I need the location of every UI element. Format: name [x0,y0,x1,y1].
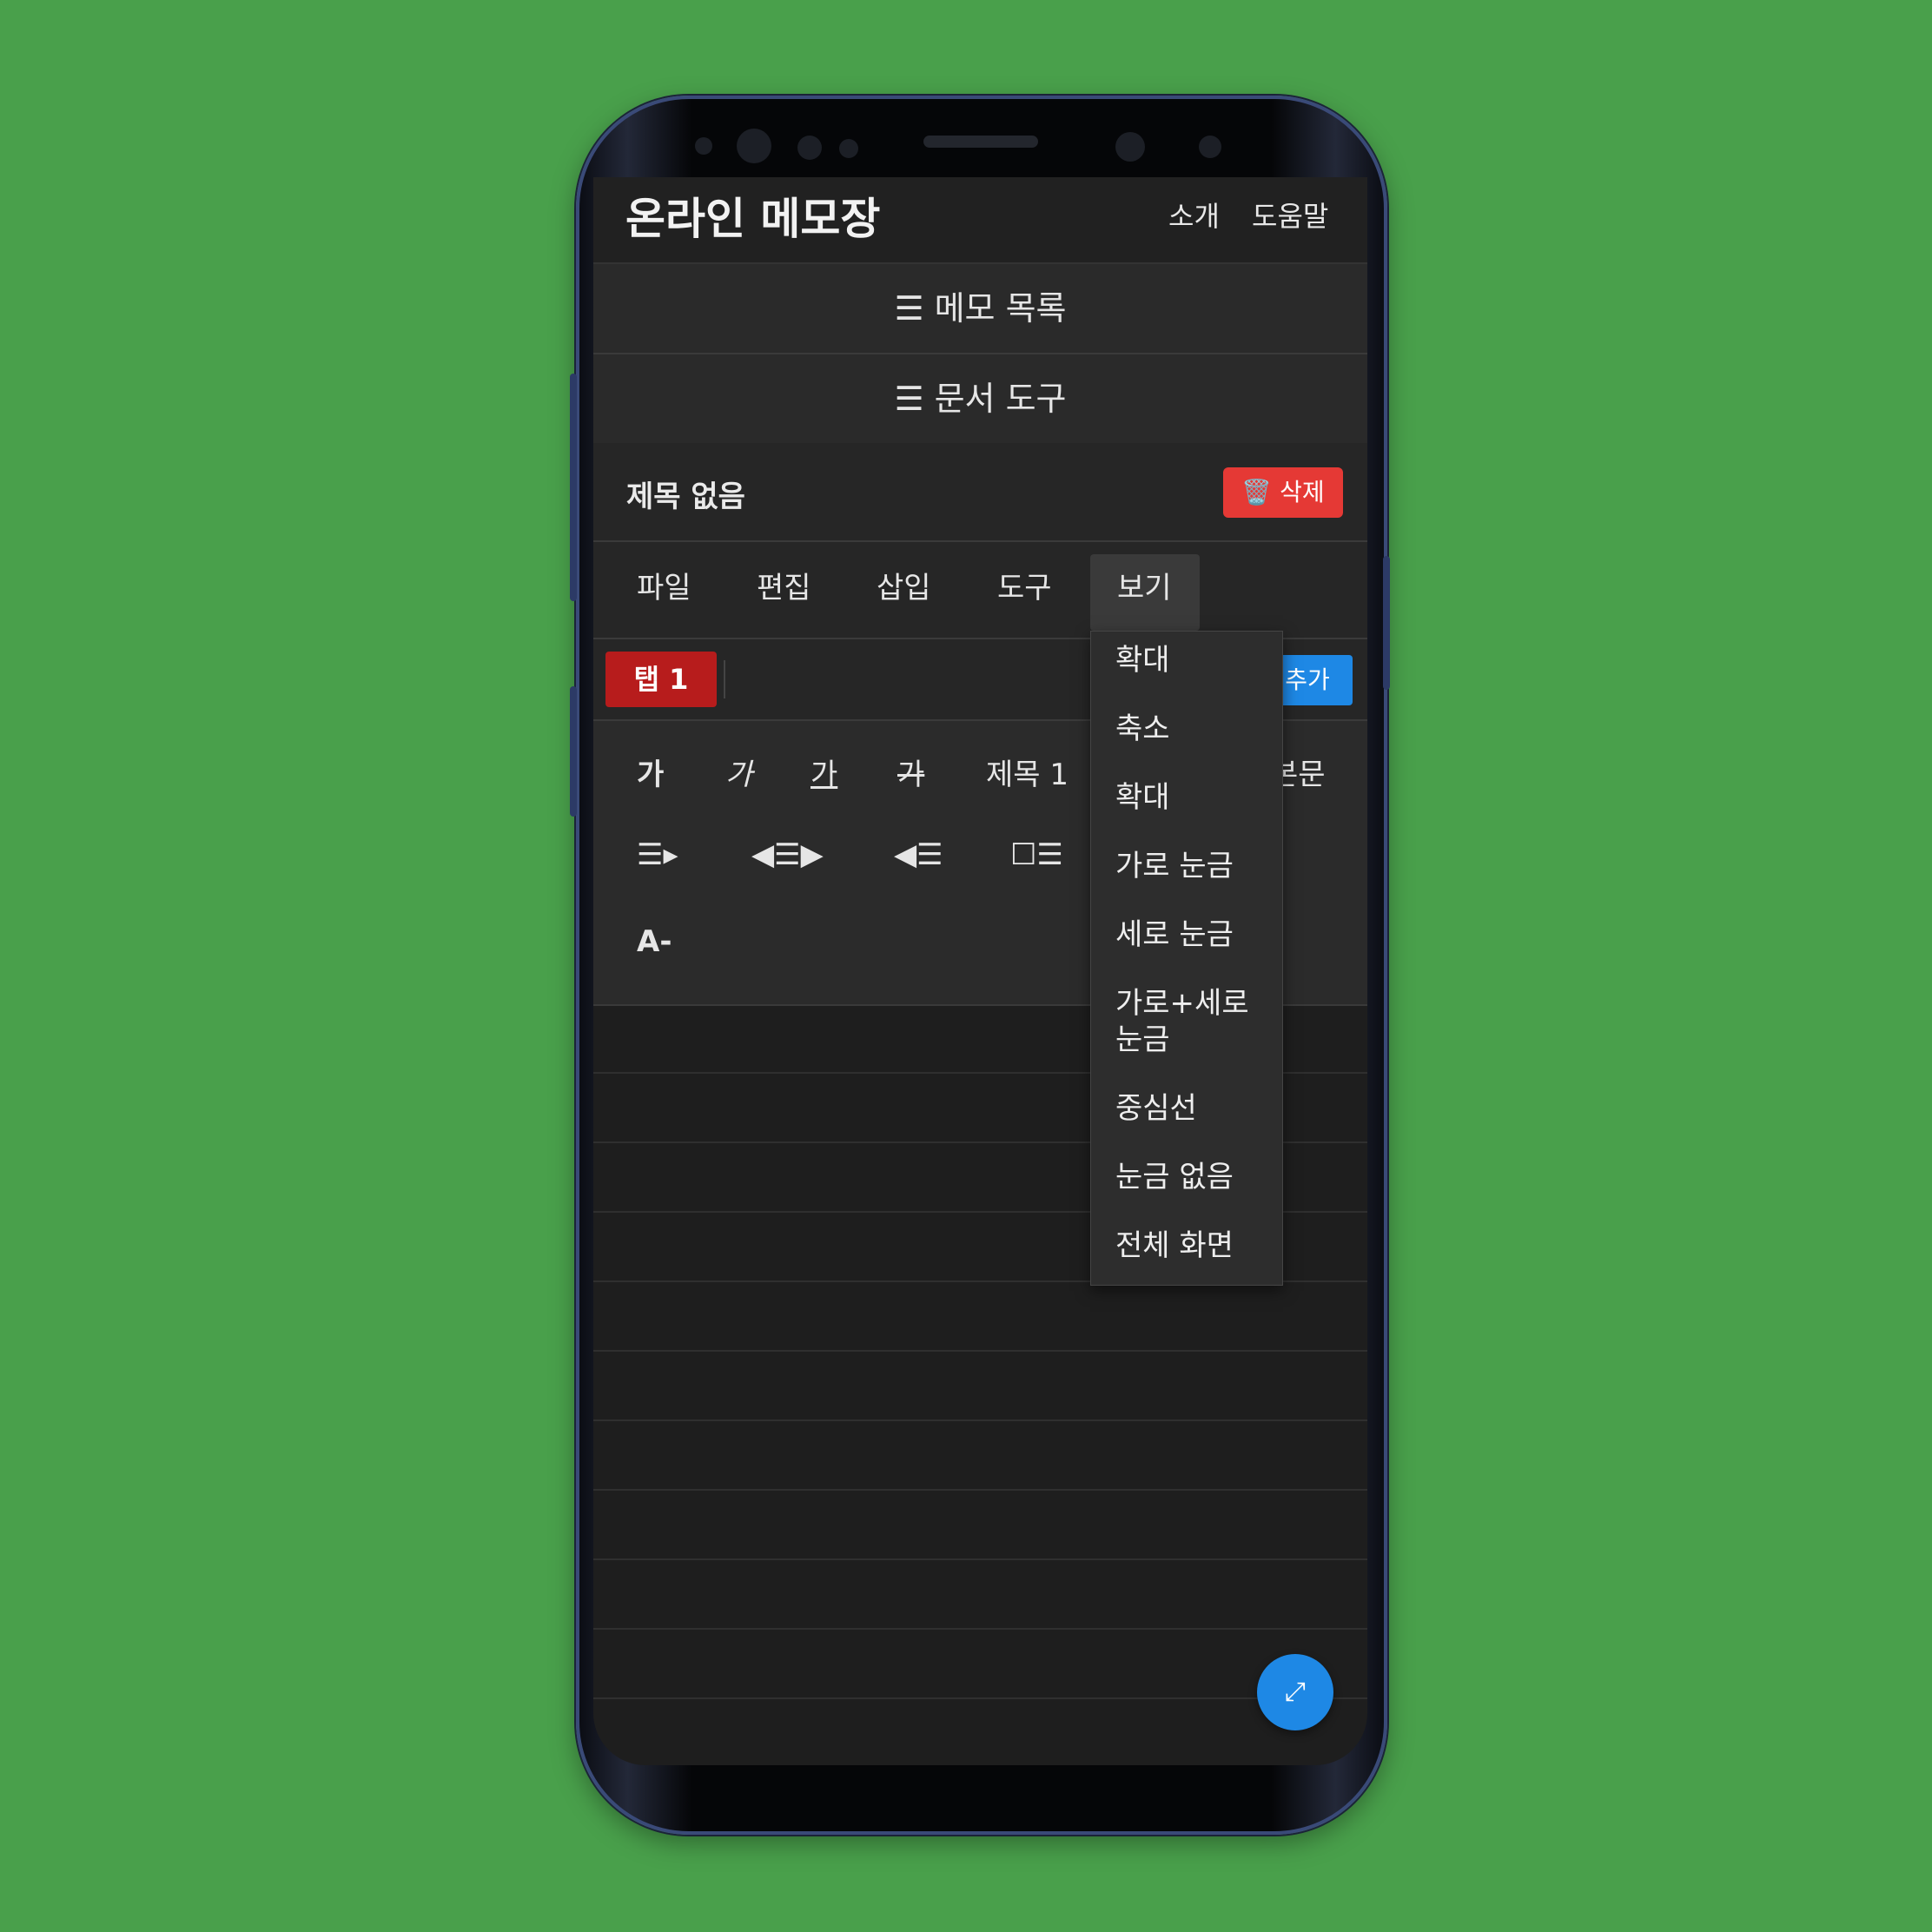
sensor-icon [695,137,712,155]
ruled-line [593,1558,1367,1560]
menu-view[interactable]: 보기 [1117,564,1172,606]
strikethrough-button[interactable]: 가 [897,751,924,793]
view-zoom-out[interactable]: 축소 [1115,711,1272,747]
memo-list-toggle[interactable]: ☰ 메모 목록 [593,264,1367,354]
view-dropdown-menu: 확대 축소 확대 가로 눈금 세로 눈금 가로+세로 눈금 중심선 눈금 없음 … [1090,631,1283,1286]
view-zoom-in[interactable]: 확대 [1115,642,1272,678]
view-no-grid[interactable]: 눈금 없음 [1115,1159,1272,1195]
italic-button[interactable]: 가 [725,751,752,793]
phone-bixby-button [570,686,577,817]
ruled-line [593,1350,1367,1352]
view-fullscreen[interactable]: 전체 화면 [1115,1227,1272,1264]
ruled-line [593,1489,1367,1491]
menu-tools[interactable]: 도구 [997,564,1052,606]
earpiece-speaker [923,136,1038,148]
menubar [593,542,1367,639]
phone-power-button [1383,556,1390,690]
phone-volume-button [570,374,577,601]
sensor-icon [1199,136,1221,158]
document-title[interactable]: 제목 없음 [626,473,745,515]
app-title: 온라인 메모장 [625,194,881,244]
doc-tools-toggle[interactable]: ☰ 문서 도구 [593,354,1367,445]
about-link[interactable]: 소개 [1168,195,1220,235]
phone-screen: 온라인 메모장 소개 도움말 ☰ 메모 목록 ☰ 문서 도구 제목 없음 🗑️ … [593,177,1367,1765]
front-camera-icon [737,129,771,163]
iris-camera-icon [1115,132,1145,162]
view-horizontal-grid[interactable]: 가로 눈금 [1115,848,1272,884]
sensor-icon [797,136,822,160]
view-center-line[interactable]: 중심선 [1115,1090,1272,1127]
outdent-icon[interactable]: ◀☰ [894,837,943,872]
font-decrease-button[interactable]: A- [637,924,672,959]
heading1-button[interactable]: 제목 1 [986,751,1069,793]
view-both-grid[interactable]: 가로+세로 눈금 [1115,985,1272,1058]
checklist-icon[interactable]: ☐☰ [1010,837,1063,872]
ruled-line [593,1697,1367,1699]
bold-button[interactable]: 가 [637,751,664,793]
tab-divider [724,660,725,698]
ruled-line [593,1628,1367,1630]
view-vertical-grid[interactable]: 세로 눈금 [1115,916,1272,953]
menu-file[interactable]: 파일 [637,564,691,606]
delete-button[interactable]: 🗑️ 삭제 [1223,467,1343,518]
align-center-icon[interactable]: ◀☰▶ [751,837,824,872]
sensor-icon [839,139,858,158]
indent-right-icon[interactable]: ☰▸ [637,837,678,872]
menu-edit[interactable]: 편집 [757,564,811,606]
expand-icon[interactable]: ⤢ [1257,1654,1333,1730]
tab-1[interactable]: 탭 1 [605,652,717,707]
menu-insert[interactable]: 삽입 [877,564,931,606]
help-link[interactable]: 도움말 [1252,195,1328,235]
underline-button[interactable]: 가 [811,751,837,793]
view-zoom-in-2[interactable]: 확대 [1115,779,1272,816]
ruled-line [593,1419,1367,1421]
